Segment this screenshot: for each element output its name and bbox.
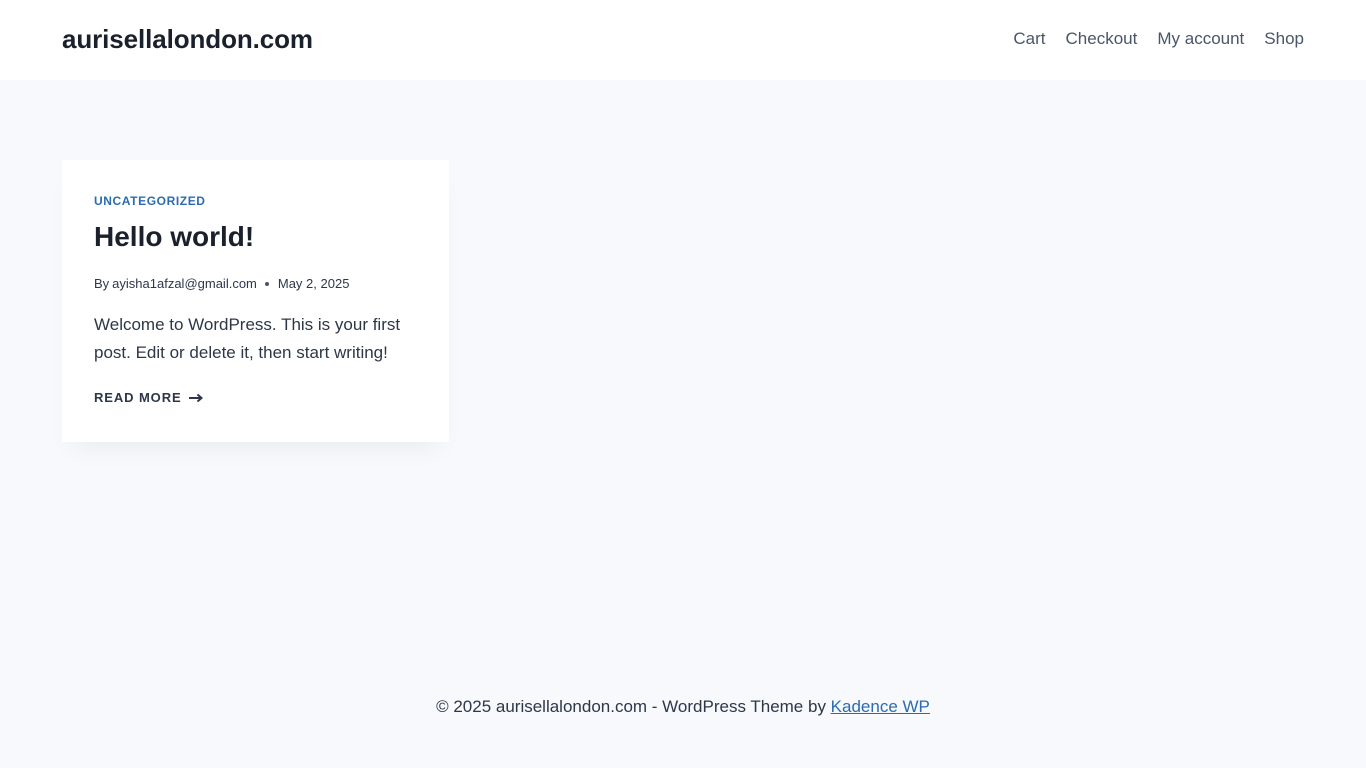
site-footer: © 2025 aurisellalondon.com - WordPress T… — [0, 696, 1366, 718]
post-meta-by-label: By — [94, 276, 110, 291]
site-title-link[interactable]: aurisellalondon.com — [62, 24, 313, 54]
post-date: May 2, 2025 — [277, 276, 350, 291]
nav-item-my-account[interactable]: My account — [1157, 28, 1244, 50]
nav-item-checkout[interactable]: Checkout — [1066, 28, 1138, 50]
meta-separator-dot — [264, 282, 269, 286]
post-meta: By ayisha1afzal@gmail.com May 2, 2025 — [94, 276, 349, 292]
read-more-link[interactable]: READ MORE — [94, 390, 203, 406]
post-excerpt: Welcome to WordPress. This is your first… — [94, 315, 401, 362]
primary-nav: Cart Checkout My account Shop — [1013, 28, 1304, 50]
arrow-right-icon — [188, 393, 203, 403]
site-header: aurisellalondon.com Cart Checkout My acc… — [0, 0, 1366, 80]
post-card: UNCATEGORIZED Hello world! By ayisha1afz… — [62, 160, 449, 442]
post-author-link[interactable]: ayisha1afzal@gmail.com — [112, 276, 257, 292]
footer-theme-link[interactable]: Kadence WP — [831, 697, 930, 716]
nav-item-shop[interactable]: Shop — [1264, 28, 1304, 50]
nav-item-cart[interactable]: Cart — [1013, 28, 1045, 50]
post-title[interactable]: Hello world! — [94, 220, 254, 254]
footer-copyright: © 2025 aurisellalondon.com - WordPress T… — [436, 697, 831, 716]
post-category-link[interactable]: UNCATEGORIZED — [94, 194, 206, 208]
read-more-label: READ MORE — [94, 390, 182, 405]
